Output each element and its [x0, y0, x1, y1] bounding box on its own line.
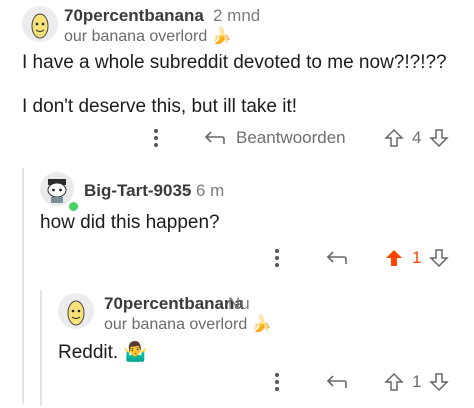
user-flair: our banana overlord 🍌 — [64, 26, 232, 46]
comment-body: I don't deserve this, but ill take it! — [22, 96, 298, 117]
user-flair: our banana overlord 🍌 — [104, 314, 272, 334]
reply-arrow-icon — [326, 375, 347, 388]
banana-avatar-icon — [31, 13, 49, 39]
reply-button[interactable]: Beantwoorden — [204, 128, 346, 148]
vote-count: 1 — [412, 372, 422, 391]
banana-emoji-icon: 🍌 — [211, 28, 232, 45]
reply-label: Beantwoorden — [236, 128, 346, 147]
timestamp: 2 mnd — [213, 6, 261, 25]
vote-count: 4 — [412, 128, 422, 147]
username[interactable]: 70percentbanana — [64, 6, 204, 26]
vote-controls: 4 — [384, 128, 450, 148]
downvote-icon[interactable] — [429, 248, 450, 268]
upvote-icon[interactable] — [384, 128, 404, 148]
username[interactable]: Big-Tart-9035 — [84, 181, 191, 201]
reply-arrow-icon — [326, 251, 347, 264]
thread-line — [22, 168, 24, 404]
more-options-icon — [275, 373, 279, 391]
more-options-icon — [154, 129, 158, 147]
upvote-active-icon[interactable] — [384, 248, 404, 268]
reply-button[interactable] — [326, 374, 348, 390]
comment-body: Reddit. 🤷‍♂️ — [58, 340, 147, 364]
reply-button[interactable] — [326, 250, 348, 266]
avatar[interactable] — [58, 293, 94, 329]
vote-count: 1 — [412, 248, 422, 267]
flair-text: our banana overlord — [104, 316, 248, 333]
more-options-button[interactable] — [272, 372, 282, 392]
banana-avatar-icon — [67, 300, 85, 326]
downvote-icon[interactable] — [429, 128, 450, 148]
comment-body: how did this happen? — [40, 212, 220, 233]
more-options-button[interactable] — [272, 248, 282, 268]
more-options-button[interactable] — [151, 128, 161, 148]
shrug-emoji-icon: 🤷‍♂️ — [123, 342, 148, 363]
more-options-icon — [275, 249, 279, 267]
vote-controls: 1 — [384, 248, 450, 268]
avatar[interactable] — [22, 6, 58, 42]
vote-controls: 1 — [384, 372, 450, 392]
flair-text: our banana overlord — [64, 28, 208, 45]
banana-emoji-icon: 🍌 — [251, 316, 272, 333]
thread-line — [40, 290, 42, 406]
upvote-icon[interactable] — [384, 372, 404, 392]
username[interactable]: 70percentbanana — [104, 294, 244, 314]
comment-body: I have a whole subreddit devoted to me n… — [22, 52, 447, 73]
timestamp: Nu — [228, 294, 250, 313]
comment-text: Reddit. — [58, 342, 119, 363]
downvote-icon[interactable] — [429, 372, 450, 392]
timestamp: 6 m — [196, 181, 225, 200]
separator: · — [184, 181, 190, 200]
reply-arrow-icon — [204, 131, 225, 144]
